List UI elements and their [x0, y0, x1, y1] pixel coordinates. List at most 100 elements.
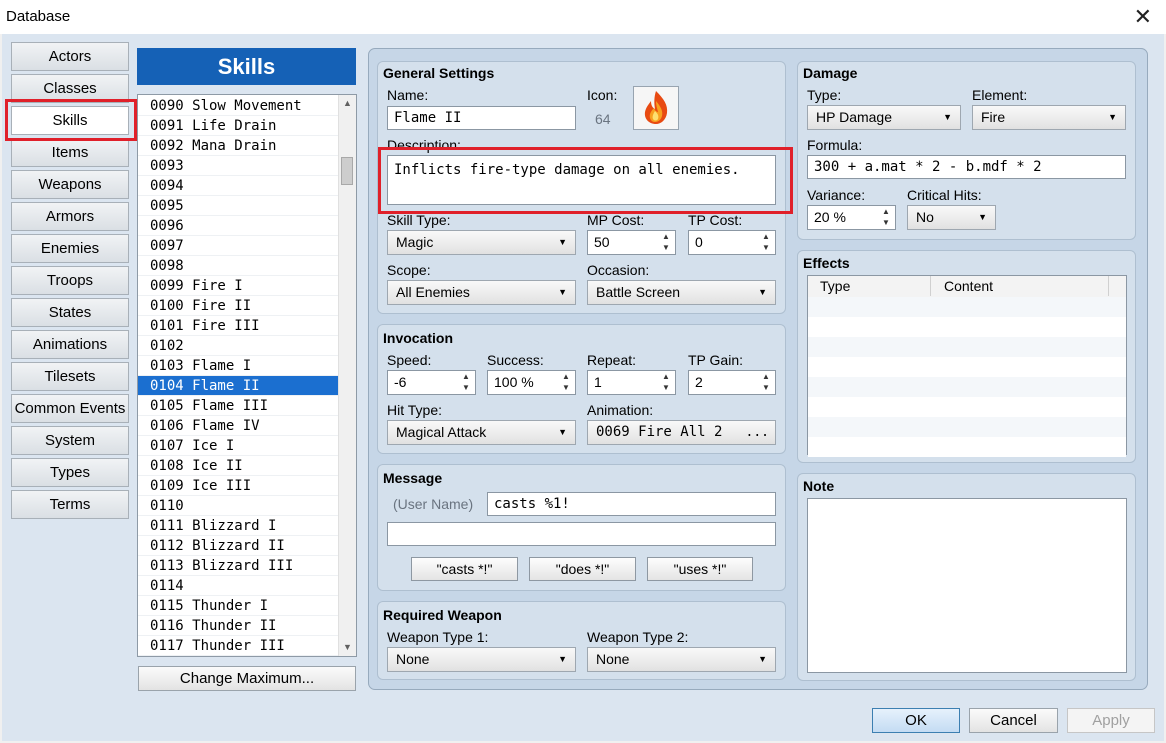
list-item[interactable]: 0092 Mana Drain: [138, 136, 341, 156]
list-item[interactable]: 0110: [138, 496, 341, 516]
tab-animations[interactable]: Animations: [11, 330, 129, 359]
tab-states[interactable]: States: [11, 298, 129, 327]
tab-common-events[interactable]: Common Events: [11, 394, 129, 423]
table-row[interactable]: [808, 397, 1126, 417]
list-item[interactable]: 0097: [138, 236, 341, 256]
tab-troops[interactable]: Troops: [11, 266, 129, 295]
list-item[interactable]: 0117 Thunder III: [138, 636, 341, 656]
list-item[interactable]: 0093: [138, 156, 341, 176]
tab-terms[interactable]: Terms: [11, 490, 129, 519]
list-item[interactable]: 0115 Thunder I: [138, 596, 341, 616]
list-item[interactable]: 0111 Blizzard I: [138, 516, 341, 536]
list-item[interactable]: 0114: [138, 576, 341, 596]
success-spinner[interactable]: 100 % ▲ ▼: [487, 370, 576, 395]
variance-spinner[interactable]: 20 % ▲ ▼: [807, 205, 896, 230]
close-icon[interactable]: ✕: [1134, 4, 1152, 30]
tab-items[interactable]: Items: [11, 138, 129, 167]
scope-dropdown[interactable]: All Enemies ▼: [387, 280, 576, 305]
list-item[interactable]: 0090 Slow Movement: [138, 96, 341, 116]
list-item[interactable]: 0098: [138, 256, 341, 276]
scroll-up-icon[interactable]: ▲: [339, 95, 356, 112]
list-item[interactable]: 0091 Life Drain: [138, 116, 341, 136]
list-item[interactable]: 0103 Flame I: [138, 356, 341, 376]
table-row[interactable]: [808, 437, 1126, 457]
message-line1-field[interactable]: casts %1!: [487, 492, 776, 516]
skills-list[interactable]: 0090 Slow Movement 0091 Life Drain 0092 Ma…: [137, 94, 357, 657]
spin-arrows-icon[interactable]: ▲ ▼: [560, 371, 572, 393]
description-field[interactable]: Inflicts fire-type damage on all enemies…: [387, 155, 776, 205]
list-item[interactable]: 0108 Ice II: [138, 456, 341, 476]
critical-hits-label: Critical Hits:: [907, 187, 982, 203]
change-maximum-button[interactable]: Change Maximum...: [138, 666, 356, 691]
repeat-spinner[interactable]: 1 ▲ ▼: [587, 370, 676, 395]
list-item[interactable]: 0100 Fire II: [138, 296, 341, 316]
table-row[interactable]: [808, 377, 1126, 397]
tp-gain-spinner[interactable]: 2 ▲ ▼: [688, 370, 776, 395]
spin-arrows-icon[interactable]: ▲ ▼: [760, 231, 772, 253]
list-item[interactable]: 0099 Fire I: [138, 276, 341, 296]
apply-button[interactable]: Apply: [1067, 708, 1155, 733]
formula-field[interactable]: 300 + a.mat * 2 - b.mdf * 2: [807, 155, 1126, 179]
skill-type-dropdown[interactable]: Magic ▼: [387, 230, 576, 255]
spin-arrows-icon[interactable]: ▲ ▼: [880, 206, 892, 228]
table-row[interactable]: [808, 297, 1126, 317]
spin-arrows-icon[interactable]: ▲ ▼: [660, 371, 672, 393]
weapon-type2-dropdown[interactable]: None ▼: [587, 647, 776, 672]
spin-arrows-icon[interactable]: ▲ ▼: [760, 371, 772, 393]
list-item[interactable]: 0096: [138, 216, 341, 236]
table-row[interactable]: [808, 337, 1126, 357]
tp-cost-spinner[interactable]: 0 ▲ ▼: [688, 230, 776, 255]
hit-type-dropdown[interactable]: Magical Attack ▼: [387, 420, 576, 445]
spin-arrows-icon[interactable]: ▲ ▼: [460, 371, 472, 393]
icon-label: Icon:: [587, 87, 618, 103]
tab-types[interactable]: Types: [11, 458, 129, 487]
list-item[interactable]: 0105 Flame III: [138, 396, 341, 416]
list-item[interactable]: 0104 Flame II: [138, 376, 341, 396]
does-button[interactable]: "does *!": [529, 557, 636, 581]
list-item[interactable]: 0102: [138, 336, 341, 356]
effects-table[interactable]: Type Content: [807, 275, 1127, 457]
list-item[interactable]: 0113 Blizzard III: [138, 556, 341, 576]
animation-selector[interactable]: 0069 Fire All 2...: [587, 420, 776, 445]
tab-skills[interactable]: Skills: [11, 106, 129, 135]
damage-type-dropdown[interactable]: HP Damage ▼: [807, 105, 961, 130]
hit-type-value: Magical Attack: [396, 424, 487, 440]
tab-tilesets[interactable]: Tilesets: [11, 362, 129, 391]
occasion-dropdown[interactable]: Battle Screen ▼: [587, 280, 776, 305]
mp-cost-spinner[interactable]: 50 ▲ ▼: [587, 230, 676, 255]
tab-enemies[interactable]: Enemies: [11, 234, 129, 263]
table-row[interactable]: [808, 317, 1126, 337]
name-field[interactable]: Flame II: [387, 106, 576, 130]
table-row[interactable]: [808, 417, 1126, 437]
list-item[interactable]: 0094: [138, 176, 341, 196]
ok-button[interactable]: OK: [872, 708, 960, 733]
critical-hits-dropdown[interactable]: No ▼: [907, 205, 996, 230]
cancel-button[interactable]: Cancel: [969, 708, 1058, 733]
table-row[interactable]: [808, 357, 1126, 377]
element-dropdown[interactable]: Fire ▼: [972, 105, 1126, 130]
tab-classes[interactable]: Classes: [11, 74, 129, 103]
scrollbar[interactable]: ▲ ▼: [338, 95, 356, 656]
list-item[interactable]: 0107 Ice I: [138, 436, 341, 456]
tab-weapons[interactable]: Weapons: [11, 170, 129, 199]
speed-spinner[interactable]: -6 ▲ ▼: [387, 370, 476, 395]
list-item[interactable]: 0112 Blizzard II: [138, 536, 341, 556]
list-item[interactable]: 0116 Thunder II: [138, 616, 341, 636]
casts-button[interactable]: "casts *!": [411, 557, 518, 581]
tab-system[interactable]: System: [11, 426, 129, 455]
spin-arrows-icon[interactable]: ▲ ▼: [660, 231, 672, 253]
repeat-value: 1: [594, 374, 602, 390]
tab-actors[interactable]: Actors: [11, 42, 129, 71]
scroll-down-icon[interactable]: ▼: [339, 639, 356, 656]
list-item[interactable]: 0109 Ice III: [138, 476, 341, 496]
message-line2-field[interactable]: [387, 522, 776, 546]
list-item[interactable]: 0101 Fire III: [138, 316, 341, 336]
note-field[interactable]: [807, 498, 1127, 673]
tab-armors[interactable]: Armors: [11, 202, 129, 231]
uses-button[interactable]: "uses *!": [647, 557, 753, 581]
list-item[interactable]: 0095: [138, 196, 341, 216]
weapon-type1-dropdown[interactable]: None ▼: [387, 647, 576, 672]
list-item[interactable]: 0106 Flame IV: [138, 416, 341, 436]
icon-button[interactable]: [633, 86, 679, 130]
scroll-thumb[interactable]: [341, 157, 353, 185]
